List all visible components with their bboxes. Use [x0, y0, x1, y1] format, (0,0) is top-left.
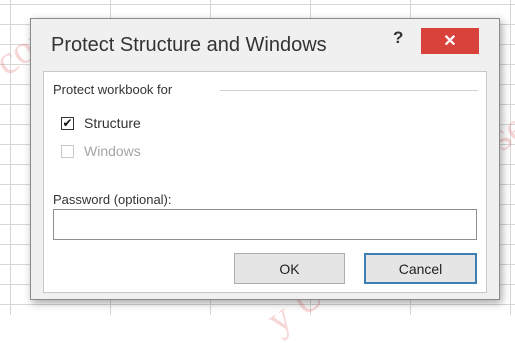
close-icon: ✕ [443, 33, 457, 50]
windows-label: Windows [84, 143, 141, 159]
dialog-body: Protect workbook for ✔ Structure Windows… [43, 71, 487, 293]
help-button[interactable]: ? [393, 28, 403, 48]
cancel-button[interactable]: Cancel [364, 253, 477, 284]
password-input[interactable] [53, 209, 477, 240]
group-divider [220, 90, 478, 91]
structure-label[interactable]: Structure [84, 115, 141, 131]
password-label: Password (optional): [53, 192, 172, 207]
windows-checkbox[interactable] [61, 145, 74, 158]
protect-group-label: Protect workbook for [53, 82, 173, 97]
dialog-title: Protect Structure and Windows [51, 34, 327, 56]
checkmark-icon: ✔ [62, 116, 73, 130]
protect-structure-dialog: Protect Structure and Windows ? ✕ Protec… [30, 18, 500, 300]
close-button[interactable]: ✕ [421, 28, 479, 54]
ok-button[interactable]: OK [234, 253, 345, 284]
structure-checkbox[interactable]: ✔ [61, 117, 74, 130]
